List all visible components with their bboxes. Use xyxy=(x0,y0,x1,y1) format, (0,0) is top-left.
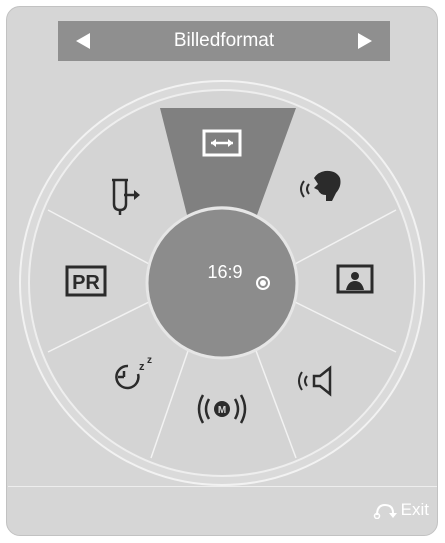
svg-text:M: M xyxy=(218,405,226,416)
svg-text:z: z xyxy=(139,361,145,373)
svg-text:PR: PR xyxy=(72,272,100,294)
return-icon xyxy=(373,503,397,519)
title-bar: Billedformat xyxy=(58,21,390,61)
next-button[interactable] xyxy=(344,21,384,61)
triangle-left-icon xyxy=(76,33,90,49)
center-circle[interactable] xyxy=(145,206,299,360)
triangle-right-icon xyxy=(358,33,372,49)
current-value: 16:9 xyxy=(207,262,243,282)
svg-text:z: z xyxy=(147,355,152,366)
prev-button[interactable] xyxy=(64,21,104,61)
exit-button[interactable]: Exit xyxy=(373,500,429,520)
footer-divider xyxy=(8,486,437,487)
menu-title: Billedformat xyxy=(173,30,275,51)
pr-icon: PR xyxy=(65,265,107,297)
exit-label: Exit xyxy=(400,500,429,519)
